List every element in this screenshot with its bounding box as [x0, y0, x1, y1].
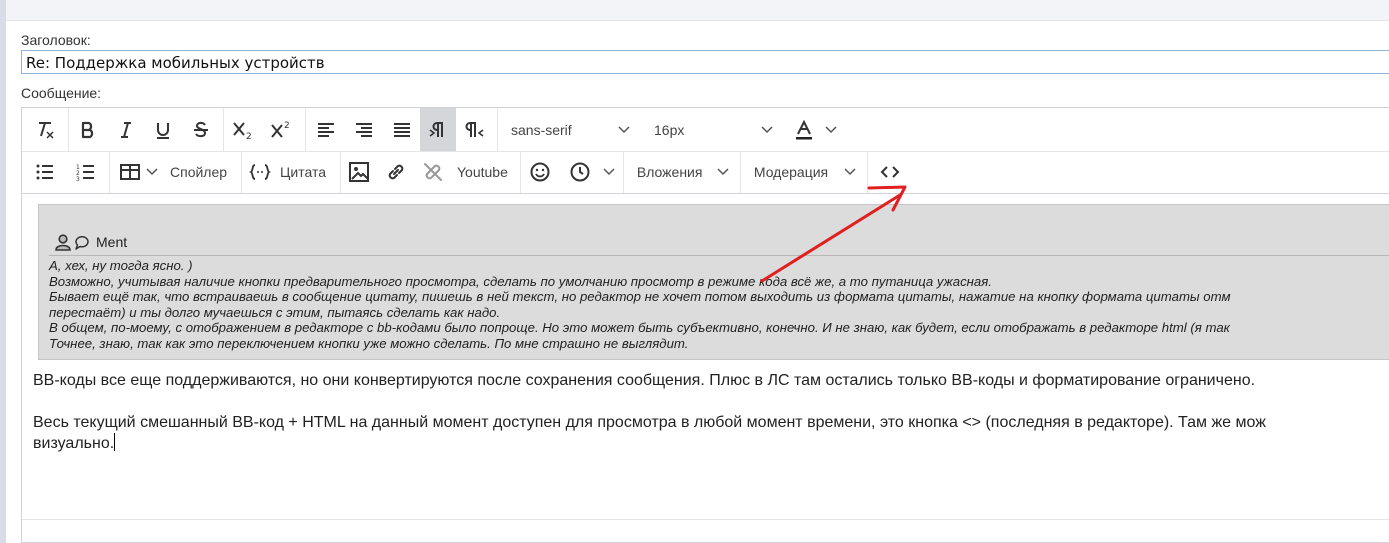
table-icon — [120, 164, 140, 180]
emoji-button[interactable] — [521, 151, 559, 193]
svg-text:2: 2 — [284, 121, 290, 131]
rtl-icon — [465, 121, 483, 137]
image-icon — [349, 162, 369, 182]
font-family-value: sans-serif — [511, 121, 572, 138]
moderation-label: Модерация — [753, 164, 829, 180]
quote-button[interactable]: Цитата — [278, 151, 340, 193]
message-paragraph: BB-коды все еще поддерживаются, но они к… — [33, 372, 1256, 389]
underline-button[interactable] — [144, 108, 182, 151]
superscript-button[interactable]: 2 — [262, 108, 300, 151]
font-size-value: 16px — [654, 121, 685, 138]
bold-button[interactable] — [69, 108, 107, 151]
bold-icon — [81, 121, 94, 138]
moderation-dropdown[interactable]: Модерация — [741, 151, 867, 193]
chevron-down-icon — [761, 125, 773, 133]
message-paragraph: Весь текущий смешанный BB-код + HTML на … — [33, 414, 1266, 431]
italic-icon — [120, 121, 131, 138]
chevron-down-icon — [717, 168, 729, 176]
italic-button[interactable] — [107, 108, 144, 151]
font-size-select[interactable]: 16px — [641, 108, 784, 151]
chevron-down-icon — [618, 125, 630, 133]
remove-format-icon — [39, 121, 54, 139]
remove-format-button[interactable] — [22, 108, 68, 151]
quote-divider — [49, 255, 1389, 256]
speech-bubble-icon — [75, 236, 89, 250]
left-edge — [0, 0, 6, 543]
date-time-button[interactable] — [559, 151, 601, 193]
message-text: визуально. — [33, 435, 115, 452]
align-left-button[interactable] — [306, 108, 345, 151]
subject-input[interactable]: Re: Поддержка мобильных устройств — [21, 50, 1389, 74]
unlink-icon — [424, 163, 442, 181]
smiley-icon — [530, 162, 550, 182]
chevron-down-icon — [825, 125, 837, 133]
quote-block: Ment А, хех, ну тогда ясно. ) Возможно, … — [38, 204, 1389, 360]
bullet-list-icon — [36, 164, 53, 180]
justify-button[interactable] — [383, 108, 420, 151]
quote-line: перестаёт) и ты долго мучаешься с этим, … — [49, 304, 501, 320]
subscript-button[interactable]: 2 — [224, 108, 262, 151]
youtube-button[interactable]: Youtube — [451, 151, 520, 193]
top-band — [6, 0, 1389, 21]
text-color-icon — [796, 119, 812, 139]
chevron-down-icon — [603, 168, 615, 176]
toolbar-row-insert: 123 Спойлер Цитата Youtube Вложения Моде… — [22, 151, 1389, 194]
align-right-button[interactable] — [345, 108, 383, 151]
bullet-list-button[interactable] — [22, 151, 67, 193]
quote-line: Возможно, учитывая наличие кнопки предва… — [49, 273, 992, 289]
message-label: Сообщение: — [21, 85, 102, 101]
align-right-icon — [356, 122, 372, 137]
link-icon — [388, 164, 404, 180]
numbered-list-button[interactable]: 123 — [67, 151, 105, 193]
quote-author: Ment — [96, 234, 128, 250]
message-paragraph: визуально. — [33, 433, 116, 454]
user-icon — [55, 234, 71, 251]
spoiler-button[interactable]: Спойлер — [164, 151, 241, 193]
message-editor: 2 2 sans-serif 16px 1 2 3 Спойлер Цитата… — [21, 107, 1389, 543]
quote-line: А, хех, ну тогда ясно. ) — [49, 258, 193, 273]
insert-link-button[interactable] — [377, 151, 415, 193]
quote-line: Точнее, знаю, так как это переключением … — [49, 335, 689, 351]
strikethrough-icon — [194, 121, 208, 137]
quote-line: Бывает ещё так, что встраиваешь в сообще… — [49, 289, 1231, 304]
underline-icon — [157, 122, 169, 139]
svg-text:2: 2 — [246, 132, 252, 141]
editor-footer-line — [22, 519, 1389, 520]
justify-icon — [393, 122, 410, 137]
subscript-icon: 2 — [233, 121, 252, 141]
code-braces-icon — [249, 164, 272, 180]
code-brackets-icon — [880, 166, 900, 178]
chevron-down-icon — [146, 168, 158, 176]
unlink-button[interactable] — [415, 151, 451, 193]
clock-icon — [570, 162, 590, 182]
superscript-icon: 2 — [271, 121, 290, 138]
numbered-list-icon: 123 — [76, 164, 94, 182]
strikethrough-button[interactable] — [182, 108, 220, 151]
text-caret — [114, 433, 116, 451]
quote-text: А, хех, ну тогда ясно. ) Возможно, учиты… — [49, 258, 1389, 351]
source-code-toggle-button[interactable] — [868, 151, 913, 193]
rtl-button[interactable] — [456, 108, 493, 151]
font-family-select[interactable]: sans-serif — [498, 108, 641, 151]
quote-line: В общем, по-моему, с отображением в реда… — [49, 320, 1230, 335]
svg-text:3: 3 — [76, 176, 80, 182]
text-color-select[interactable] — [784, 108, 844, 151]
table-button[interactable] — [110, 151, 164, 193]
ltr-button[interactable] — [420, 108, 456, 151]
toolbar-row-formatting: 2 2 sans-serif 16px — [22, 108, 1389, 152]
subject-label: Заголовок: — [21, 32, 91, 48]
align-left-icon — [317, 122, 334, 137]
attachments-dropdown[interactable]: Вложения — [624, 151, 740, 193]
quote-header: Ment — [54, 233, 127, 251]
ltr-icon — [429, 121, 443, 137]
date-time-dropdown[interactable] — [601, 151, 623, 193]
editor-content[interactable]: Ment А, хех, ну тогда ясно. ) Возможно, … — [22, 194, 1389, 519]
chevron-down-icon — [844, 168, 856, 176]
attachments-label: Вложения — [636, 164, 703, 180]
code-block-button[interactable] — [242, 151, 278, 193]
insert-image-button[interactable] — [341, 151, 377, 193]
